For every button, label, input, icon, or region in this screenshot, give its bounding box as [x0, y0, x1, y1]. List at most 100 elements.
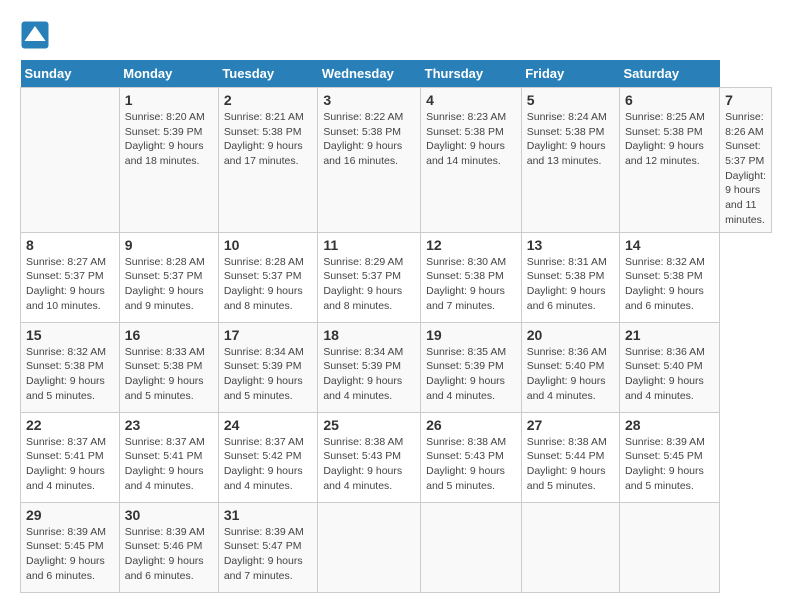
calendar-day-cell: 1 Sunrise: 8:20 AM Sunset: 5:39 PM Dayli…: [119, 88, 218, 233]
calendar-day-cell: [521, 502, 619, 592]
day-of-week-header: Wednesday: [318, 60, 421, 88]
calendar-week-row: 1 Sunrise: 8:20 AM Sunset: 5:39 PM Dayli…: [21, 88, 772, 233]
day-number: 18: [323, 327, 415, 343]
day-info: Sunrise: 8:23 AM Sunset: 5:38 PM Dayligh…: [426, 110, 516, 169]
day-info: Sunrise: 8:26 AM Sunset: 5:37 PM Dayligh…: [725, 110, 766, 228]
calendar-day-cell: 18 Sunrise: 8:34 AM Sunset: 5:39 PM Dayl…: [318, 322, 421, 412]
day-number: 6: [625, 92, 714, 108]
day-info: Sunrise: 8:36 AM Sunset: 5:40 PM Dayligh…: [527, 345, 614, 404]
day-info: Sunrise: 8:22 AM Sunset: 5:38 PM Dayligh…: [323, 110, 415, 169]
calendar-week-row: 22 Sunrise: 8:37 AM Sunset: 5:41 PM Dayl…: [21, 412, 772, 502]
day-number: 2: [224, 92, 313, 108]
day-number: 7: [725, 92, 766, 108]
day-number: 25: [323, 417, 415, 433]
day-info: Sunrise: 8:28 AM Sunset: 5:37 PM Dayligh…: [125, 255, 213, 314]
day-info: Sunrise: 8:30 AM Sunset: 5:38 PM Dayligh…: [426, 255, 516, 314]
calendar-table: SundayMondayTuesdayWednesdayThursdayFrid…: [20, 60, 772, 593]
calendar-week-row: 15 Sunrise: 8:32 AM Sunset: 5:38 PM Dayl…: [21, 322, 772, 412]
day-number: 16: [125, 327, 213, 343]
day-number: 15: [26, 327, 114, 343]
day-of-week-header: Sunday: [21, 60, 120, 88]
day-number: 27: [527, 417, 614, 433]
calendar-day-cell: 21 Sunrise: 8:36 AM Sunset: 5:40 PM Dayl…: [619, 322, 719, 412]
page-header: [20, 20, 772, 50]
calendar-day-cell: 23 Sunrise: 8:37 AM Sunset: 5:41 PM Dayl…: [119, 412, 218, 502]
calendar-day-cell: 16 Sunrise: 8:33 AM Sunset: 5:38 PM Dayl…: [119, 322, 218, 412]
day-info: Sunrise: 8:36 AM Sunset: 5:40 PM Dayligh…: [625, 345, 714, 404]
day-info: Sunrise: 8:37 AM Sunset: 5:42 PM Dayligh…: [224, 435, 313, 494]
day-info: Sunrise: 8:37 AM Sunset: 5:41 PM Dayligh…: [26, 435, 114, 494]
calendar-day-cell: [421, 502, 522, 592]
day-number: 14: [625, 237, 714, 253]
day-of-week-header: Thursday: [421, 60, 522, 88]
day-info: Sunrise: 8:35 AM Sunset: 5:39 PM Dayligh…: [426, 345, 516, 404]
day-number: 13: [527, 237, 614, 253]
calendar-day-cell: 4 Sunrise: 8:23 AM Sunset: 5:38 PM Dayli…: [421, 88, 522, 233]
day-info: Sunrise: 8:38 AM Sunset: 5:43 PM Dayligh…: [323, 435, 415, 494]
day-number: 28: [625, 417, 714, 433]
calendar-day-cell: 2 Sunrise: 8:21 AM Sunset: 5:38 PM Dayli…: [218, 88, 318, 233]
day-number: 10: [224, 237, 313, 253]
calendar-week-row: 8 Sunrise: 8:27 AM Sunset: 5:37 PM Dayli…: [21, 232, 772, 322]
day-number: 4: [426, 92, 516, 108]
day-info: Sunrise: 8:28 AM Sunset: 5:37 PM Dayligh…: [224, 255, 313, 314]
logo-icon: [20, 20, 50, 50]
calendar-day-cell: 9 Sunrise: 8:28 AM Sunset: 5:37 PM Dayli…: [119, 232, 218, 322]
day-number: 20: [527, 327, 614, 343]
calendar-day-cell: 7 Sunrise: 8:26 AM Sunset: 5:37 PM Dayli…: [720, 88, 772, 233]
calendar-day-cell: 15 Sunrise: 8:32 AM Sunset: 5:38 PM Dayl…: [21, 322, 120, 412]
calendar-day-cell: 30 Sunrise: 8:39 AM Sunset: 5:46 PM Dayl…: [119, 502, 218, 592]
calendar-day-cell: 20 Sunrise: 8:36 AM Sunset: 5:40 PM Dayl…: [521, 322, 619, 412]
day-info: Sunrise: 8:37 AM Sunset: 5:41 PM Dayligh…: [125, 435, 213, 494]
calendar-day-cell: 12 Sunrise: 8:30 AM Sunset: 5:38 PM Dayl…: [421, 232, 522, 322]
day-number: 12: [426, 237, 516, 253]
calendar-day-cell: [318, 502, 421, 592]
day-number: 17: [224, 327, 313, 343]
calendar-day-cell: 3 Sunrise: 8:22 AM Sunset: 5:38 PM Dayli…: [318, 88, 421, 233]
calendar-day-cell: [21, 88, 120, 233]
day-info: Sunrise: 8:38 AM Sunset: 5:43 PM Dayligh…: [426, 435, 516, 494]
calendar-week-row: 29 Sunrise: 8:39 AM Sunset: 5:45 PM Dayl…: [21, 502, 772, 592]
day-info: Sunrise: 8:24 AM Sunset: 5:38 PM Dayligh…: [527, 110, 614, 169]
day-info: Sunrise: 8:20 AM Sunset: 5:39 PM Dayligh…: [125, 110, 213, 169]
day-number: 3: [323, 92, 415, 108]
day-of-week-header: Tuesday: [218, 60, 318, 88]
calendar-day-cell: 13 Sunrise: 8:31 AM Sunset: 5:38 PM Dayl…: [521, 232, 619, 322]
calendar-day-cell: 5 Sunrise: 8:24 AM Sunset: 5:38 PM Dayli…: [521, 88, 619, 233]
day-number: 5: [527, 92, 614, 108]
calendar-day-cell: 10 Sunrise: 8:28 AM Sunset: 5:37 PM Dayl…: [218, 232, 318, 322]
calendar-day-cell: 31 Sunrise: 8:39 AM Sunset: 5:47 PM Dayl…: [218, 502, 318, 592]
calendar-day-cell: 27 Sunrise: 8:38 AM Sunset: 5:44 PM Dayl…: [521, 412, 619, 502]
day-number: 29: [26, 507, 114, 523]
calendar-day-cell: 26 Sunrise: 8:38 AM Sunset: 5:43 PM Dayl…: [421, 412, 522, 502]
calendar-day-cell: 8 Sunrise: 8:27 AM Sunset: 5:37 PM Dayli…: [21, 232, 120, 322]
day-info: Sunrise: 8:21 AM Sunset: 5:38 PM Dayligh…: [224, 110, 313, 169]
day-number: 24: [224, 417, 313, 433]
day-info: Sunrise: 8:39 AM Sunset: 5:46 PM Dayligh…: [125, 525, 213, 584]
day-number: 8: [26, 237, 114, 253]
day-info: Sunrise: 8:32 AM Sunset: 5:38 PM Dayligh…: [625, 255, 714, 314]
day-info: Sunrise: 8:39 AM Sunset: 5:45 PM Dayligh…: [26, 525, 114, 584]
calendar-day-cell: 28 Sunrise: 8:39 AM Sunset: 5:45 PM Dayl…: [619, 412, 719, 502]
calendar-day-cell: 6 Sunrise: 8:25 AM Sunset: 5:38 PM Dayli…: [619, 88, 719, 233]
day-of-week-header: Monday: [119, 60, 218, 88]
day-number: 30: [125, 507, 213, 523]
day-number: 9: [125, 237, 213, 253]
calendar-day-cell: [619, 502, 719, 592]
calendar-day-cell: 17 Sunrise: 8:34 AM Sunset: 5:39 PM Dayl…: [218, 322, 318, 412]
day-info: Sunrise: 8:33 AM Sunset: 5:38 PM Dayligh…: [125, 345, 213, 404]
day-number: 19: [426, 327, 516, 343]
day-info: Sunrise: 8:39 AM Sunset: 5:47 PM Dayligh…: [224, 525, 313, 584]
day-info: Sunrise: 8:31 AM Sunset: 5:38 PM Dayligh…: [527, 255, 614, 314]
day-of-week-header: Friday: [521, 60, 619, 88]
calendar-header-row: SundayMondayTuesdayWednesdayThursdayFrid…: [21, 60, 772, 88]
day-number: 11: [323, 237, 415, 253]
day-number: 31: [224, 507, 313, 523]
calendar-day-cell: 29 Sunrise: 8:39 AM Sunset: 5:45 PM Dayl…: [21, 502, 120, 592]
calendar-day-cell: 11 Sunrise: 8:29 AM Sunset: 5:37 PM Dayl…: [318, 232, 421, 322]
day-info: Sunrise: 8:34 AM Sunset: 5:39 PM Dayligh…: [323, 345, 415, 404]
day-info: Sunrise: 8:32 AM Sunset: 5:38 PM Dayligh…: [26, 345, 114, 404]
day-number: 21: [625, 327, 714, 343]
day-info: Sunrise: 8:39 AM Sunset: 5:45 PM Dayligh…: [625, 435, 714, 494]
day-number: 26: [426, 417, 516, 433]
